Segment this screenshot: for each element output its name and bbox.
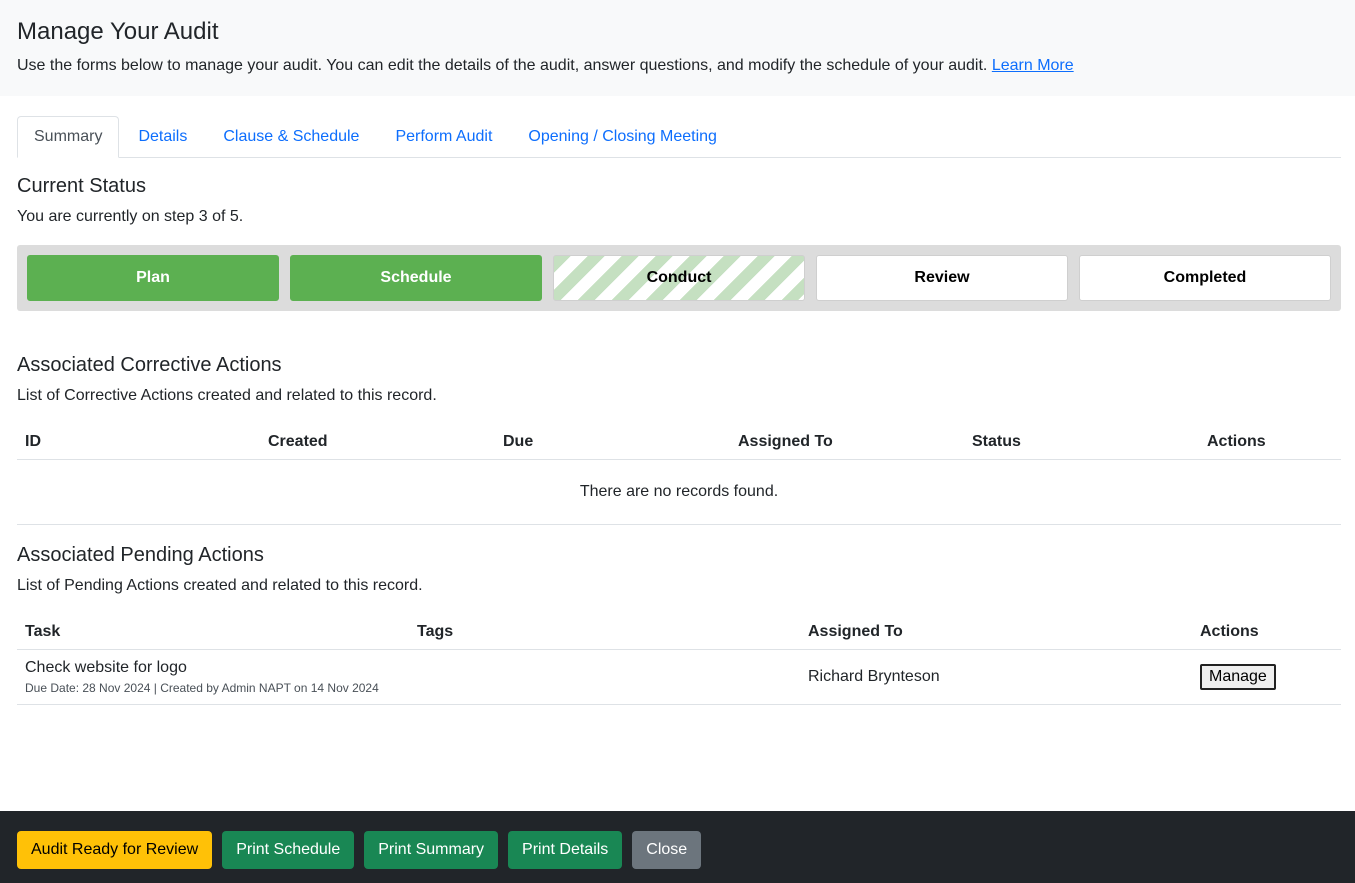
task-meta: Due Date: 28 Nov 2024 | Created by Admin… xyxy=(25,681,379,695)
pending-actions-title: Associated Pending Actions xyxy=(17,544,264,566)
column-header-assigned-to: Assigned To xyxy=(730,424,964,460)
print-details-button[interactable]: Print Details xyxy=(508,831,623,869)
pending-actions-desc: List of Pending Actions created and rela… xyxy=(17,577,423,594)
print-schedule-button[interactable]: Print Schedule xyxy=(222,831,355,869)
tags-cell xyxy=(409,649,800,705)
corrective-actions-desc: List of Corrective Actions created and r… xyxy=(17,387,437,404)
manage-button[interactable]: Manage xyxy=(1200,664,1276,690)
column-header-status: Status xyxy=(964,424,1199,460)
assigned-to-cell: Richard Brynteson xyxy=(800,649,1192,705)
tab-summary[interactable]: Summary xyxy=(17,116,120,158)
page-subtitle: Use the forms below to manage your audit… xyxy=(17,55,1338,77)
column-header-tags: Tags xyxy=(409,614,800,650)
table-row: Check website for logo Due Date: 28 Nov … xyxy=(17,649,1341,705)
tab-opening-closing-meeting[interactable]: Opening / Closing Meeting xyxy=(511,116,734,157)
column-header-due: Due xyxy=(495,424,730,460)
current-status-text: You are currently on step 3 of 5. xyxy=(17,208,244,225)
task-cell: Check website for logo Due Date: 28 Nov … xyxy=(17,649,409,705)
column-header-created: Created xyxy=(260,424,495,460)
progress-steps: Plan Schedule Conduct Review Completed xyxy=(17,245,1341,311)
current-status-title: Current Status xyxy=(17,175,146,197)
main-content: Summary Details Clause & Schedule Perfor… xyxy=(0,116,1355,705)
corrective-actions-section: Associated Corrective Actions List of Co… xyxy=(17,353,1341,525)
column-header-actions: Actions xyxy=(1199,424,1341,460)
step-completed: Completed xyxy=(1079,255,1331,301)
column-header-task: Task xyxy=(17,614,409,650)
actions-cell: Manage xyxy=(1192,649,1341,705)
step-review: Review xyxy=(816,255,1068,301)
corrective-actions-table: ID Created Due Assigned To Status Action… xyxy=(17,424,1341,525)
tab-details[interactable]: Details xyxy=(121,116,204,157)
step-plan: Plan xyxy=(27,255,279,301)
pending-actions-section: Associated Pending Actions List of Pendi… xyxy=(17,543,1341,705)
current-status-section: Current Status You are currently on step… xyxy=(17,174,1341,311)
tab-bar: Summary Details Clause & Schedule Perfor… xyxy=(17,116,1341,158)
page-subtitle-text: Use the forms below to manage your audit… xyxy=(17,57,988,74)
page-title: Manage Your Audit xyxy=(17,18,219,45)
pending-actions-table: Task Tags Assigned To Actions Check webs… xyxy=(17,614,1341,705)
corrective-actions-title: Associated Corrective Actions xyxy=(17,354,282,376)
column-header-actions: Actions xyxy=(1192,614,1341,650)
table-row-empty: There are no records found. xyxy=(17,459,1341,525)
learn-more-link[interactable]: Learn More xyxy=(992,57,1074,74)
audit-ready-for-review-button[interactable]: Audit Ready for Review xyxy=(17,831,213,869)
step-conduct: Conduct xyxy=(553,255,805,301)
footer-action-bar: Audit Ready for Review Print Schedule Pr… xyxy=(0,811,1355,883)
column-header-assigned-to: Assigned To xyxy=(800,614,1192,650)
empty-message: There are no records found. xyxy=(17,459,1341,525)
page-header: Manage Your Audit Use the forms below to… xyxy=(0,0,1355,96)
task-title: Check website for logo xyxy=(25,659,187,676)
close-button[interactable]: Close xyxy=(632,831,702,869)
column-header-id: ID xyxy=(17,424,260,460)
print-summary-button[interactable]: Print Summary xyxy=(364,831,499,869)
step-schedule: Schedule xyxy=(290,255,542,301)
tab-clause-schedule[interactable]: Clause & Schedule xyxy=(206,116,376,157)
tab-perform-audit[interactable]: Perform Audit xyxy=(378,116,509,157)
